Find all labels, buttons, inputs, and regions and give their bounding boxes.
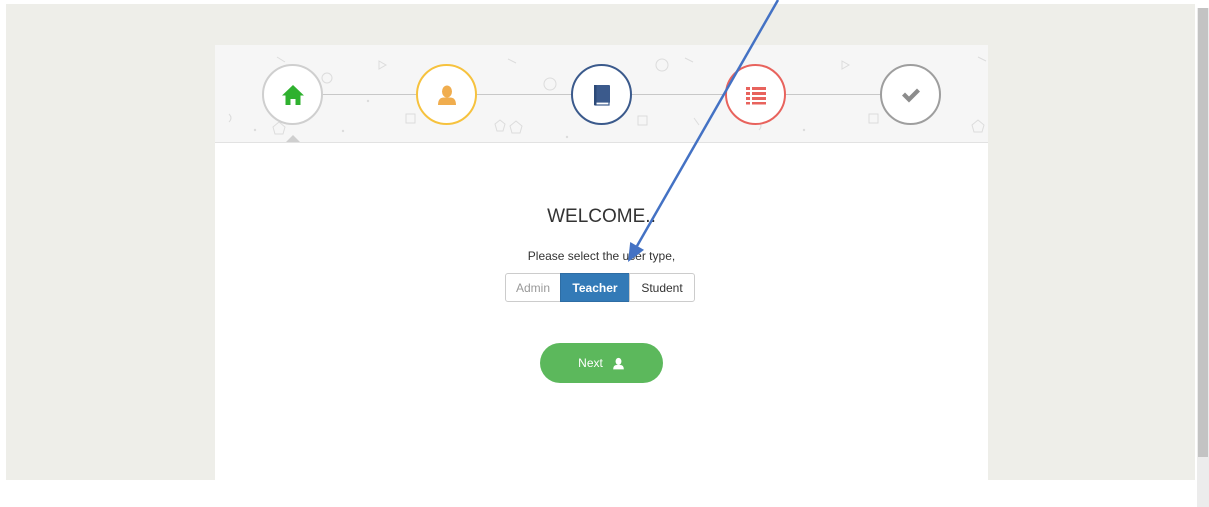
active-step-caret	[286, 135, 300, 142]
user-type-student-button[interactable]: Student	[629, 273, 695, 302]
book-icon	[593, 84, 610, 106]
page-title: WELCOME..	[547, 206, 656, 227]
next-button-label: Next	[578, 356, 603, 370]
step-list[interactable]	[725, 64, 786, 125]
step-profile[interactable]	[416, 64, 477, 125]
check-icon	[901, 88, 920, 102]
user-icon	[613, 357, 624, 369]
user-icon	[437, 85, 456, 105]
wizard-steps-header	[215, 45, 988, 143]
user-type-teacher-button[interactable]: Teacher	[560, 273, 630, 302]
user-type-selector: Admin Teacher Student	[505, 273, 695, 302]
next-button[interactable]: Next	[540, 343, 663, 383]
user-type-admin-button[interactable]: Admin	[505, 273, 561, 302]
user-type-prompt: Please select the user type,	[527, 249, 676, 263]
step-done[interactable]	[880, 64, 941, 125]
scrollbar[interactable]	[1197, 8, 1209, 507]
step-book[interactable]	[571, 64, 632, 125]
list-icon	[745, 86, 766, 104]
scrollbar-thumb[interactable]	[1198, 8, 1208, 457]
home-icon	[281, 84, 304, 105]
step-home[interactable]	[262, 64, 323, 125]
wizard-card: WELCOME.. Please select the user type, A…	[215, 45, 988, 480]
